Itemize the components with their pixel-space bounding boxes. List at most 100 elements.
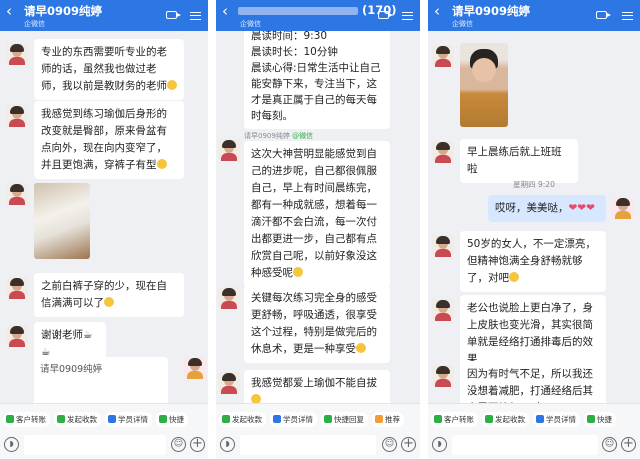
user-icon xyxy=(108,415,116,423)
blurred-group-name xyxy=(238,6,358,15)
input-row: ◗ ☺ + xyxy=(216,431,420,459)
message-input[interactable] xyxy=(452,435,598,455)
message-bubble[interactable]: 早上晨练后就上班班啦 xyxy=(460,139,578,183)
my-avatar[interactable] xyxy=(184,357,206,379)
payment-icon xyxy=(57,415,65,423)
smile-emoji-icon xyxy=(167,80,177,90)
emoji-icon[interactable]: ☺ xyxy=(382,437,397,452)
transfer-button[interactable]: 客户转账 xyxy=(431,412,478,427)
plus-icon[interactable]: + xyxy=(401,437,416,452)
message-text: 这次大神营明显能感觉到自己的进步呢，自己都很佩服自己，早上有时间晨练完，都有一种… xyxy=(251,148,377,279)
message-bubble[interactable]: 我感觉到练习瑜伽后身形的改变就是臀部，原来骨盆有点向外，现在向内变窄了，并且更饱… xyxy=(34,101,184,179)
message-bubble[interactable]: 专业的东西需要听专业的老师的话，虽然我也做过老师，我以前是教财务的老师 xyxy=(34,39,184,100)
plus-icon[interactable]: + xyxy=(621,437,636,452)
avatar[interactable] xyxy=(6,325,28,347)
avatar[interactable] xyxy=(218,372,240,394)
student-details-button[interactable]: 学员详情 xyxy=(105,412,152,427)
message-bubble[interactable]: 这次大神营明显能感觉到自己的进步呢，自己都很佩服自己，早上有时间晨练完，都有一种… xyxy=(244,141,390,287)
payment-icon xyxy=(222,415,230,423)
message-text: 早上晨练后就上班班啦 xyxy=(467,146,562,175)
quoted-message-card[interactable]: 请早0909纯婷 xyxy=(34,357,168,403)
collect-payment-button[interactable]: 发起收款 xyxy=(219,412,266,427)
student-details-button[interactable]: 学员详情 xyxy=(533,412,580,427)
avatar[interactable] xyxy=(6,277,28,299)
video-call-icon[interactable] xyxy=(378,11,393,19)
message-bubble[interactable]: 之前白裤子穿的少，现在自信满满可以了 xyxy=(34,273,184,317)
menu-icon[interactable] xyxy=(402,12,413,20)
message-bubble[interactable]: 关键每次练习完全身的感受更舒畅，呼吸通透，很享受这个过程，特别是做完后的休息术，… xyxy=(244,285,390,363)
voice-icon[interactable]: ◗ xyxy=(432,437,447,452)
menu-icon[interactable] xyxy=(622,12,633,20)
message-text: 晨读时间：9:30 xyxy=(251,31,328,42)
message-bubble[interactable]: 晨读时间：9:30 晨读时长：10分钟 晨读心得:日常生活中让自己能安静下来，专… xyxy=(244,31,390,129)
back-arrow-icon[interactable]: ‹ xyxy=(222,4,228,19)
emoji-icon[interactable]: ☺ xyxy=(602,437,617,452)
my-avatar[interactable] xyxy=(612,197,634,219)
message-text: 50岁的女人，不一定漂亮，但精神饱满全身舒畅就够了，对吧 xyxy=(467,238,596,284)
avatar[interactable] xyxy=(432,235,454,257)
quick-action-bar: 客户转账 发起收款 学员详情 快捷 xyxy=(428,403,640,431)
message-list[interactable]: 早上晨练后就上班班啦 星期四 9:20 哎呀，美美哒，❤❤❤ 50岁的女人，不一… xyxy=(428,31,640,403)
message-text: 我感觉到练习瑜伽后身形的改变就是臀部，原来骨盆有点向外，现在向内变窄了，并且更饱… xyxy=(41,108,167,171)
smile-emoji-icon xyxy=(251,394,261,403)
user-icon xyxy=(273,415,281,423)
chat-title: 请早0909纯婷 xyxy=(24,4,103,18)
video-call-icon[interactable] xyxy=(166,11,181,19)
back-arrow-icon[interactable]: ‹ xyxy=(6,4,12,19)
avatar[interactable] xyxy=(432,365,454,387)
chat-title: (170) xyxy=(238,3,397,17)
smile-emoji-icon xyxy=(293,267,303,277)
photo-message-white-pants[interactable] xyxy=(34,183,90,259)
my-message-bubble[interactable]: 哎呀，美美哒，❤❤❤ xyxy=(488,195,606,222)
voice-icon[interactable]: ◗ xyxy=(4,437,19,452)
avatar[interactable] xyxy=(218,287,240,309)
message-text: 晨读时长：10分钟 xyxy=(251,46,338,58)
quick-reply-button[interactable]: 快捷 xyxy=(156,412,188,427)
student-details-button[interactable]: 学员详情 xyxy=(270,412,317,427)
message-bubble[interactable]: 我感觉都爱上瑜伽不能自拔 xyxy=(244,370,390,403)
reply-icon xyxy=(159,415,167,423)
chat-subtitle: 企微信 xyxy=(24,20,45,28)
smile-emoji-icon xyxy=(509,272,519,282)
plus-icon[interactable]: + xyxy=(190,437,205,452)
message-bubble[interactable]: 50岁的女人，不一定漂亮，但精神饱满全身舒畅就够了，对吧 xyxy=(460,231,606,292)
payment-icon xyxy=(485,415,493,423)
quick-action-bar: 发起收款 学员详情 快捷回复 推荐 xyxy=(216,403,420,431)
recommend-icon xyxy=(375,415,383,423)
transfer-button[interactable]: 客户转账 xyxy=(3,412,50,427)
avatar[interactable] xyxy=(432,45,454,67)
message-input[interactable] xyxy=(240,435,376,455)
chat-header: ‹ 请早0909纯婷 企微信 xyxy=(0,0,208,31)
emoji-icon[interactable]: ☺ xyxy=(171,437,186,452)
video-call-icon[interactable] xyxy=(596,11,611,19)
message-text: 老公也说脸上更白净了，身上皮肤也变光滑，其实很简单就是经络打通排毒后的效果 xyxy=(467,302,593,365)
quick-reply-button[interactable]: 快捷回复 xyxy=(321,412,368,427)
chat-panel-2: ‹ (170) 企微信 晨读时间：9:30 晨读时长：10分钟 晨读心得:日常生… xyxy=(216,0,420,459)
message-bubble[interactable]: 因为有时气不足，所以我还没想着减肥，打通经络后其实需要补气，对吧 xyxy=(460,361,606,403)
message-text: 专业的东西需要听专业的老师的话，虽然我也做过老师，我以前是教财务的老师 xyxy=(41,46,167,92)
avatar[interactable] xyxy=(6,105,28,127)
photo-message-selfie[interactable] xyxy=(460,43,508,127)
collect-payment-button[interactable]: 发起收款 xyxy=(482,412,529,427)
message-input[interactable] xyxy=(24,435,166,455)
message-list[interactable]: 晨读时间：9:30 晨读时长：10分钟 晨读心得:日常生活中让自己能安静下来，专… xyxy=(216,31,420,403)
avatar[interactable] xyxy=(6,183,28,205)
smile-emoji-icon xyxy=(104,297,114,307)
chat-panel-3: ‹ 请早0909纯婷 企微信 早上晨练后就上班班啦 星期四 9:20 哎呀，美美… xyxy=(428,0,640,459)
avatar[interactable] xyxy=(432,141,454,163)
quick-reply-button[interactable]: 快捷 xyxy=(584,412,616,427)
menu-icon[interactable] xyxy=(190,12,201,20)
input-row: ◗ ☺ + xyxy=(428,431,640,459)
avatar[interactable] xyxy=(218,139,240,161)
avatar[interactable] xyxy=(432,299,454,321)
avatar[interactable] xyxy=(6,43,28,65)
photo-face xyxy=(472,58,496,82)
sender-name: 请早0909纯婷 @微信 xyxy=(244,132,314,140)
back-arrow-icon[interactable]: ‹ xyxy=(434,4,440,19)
chat-title: 请早0909纯婷 xyxy=(452,4,531,18)
recommend-button[interactable]: 推荐 xyxy=(372,412,404,427)
voice-icon[interactable]: ◗ xyxy=(220,437,235,452)
collect-payment-button[interactable]: 发起收款 xyxy=(54,412,101,427)
message-list[interactable]: 专业的东西需要听专业的老师的话，虽然我也做过老师，我以前是教财务的老师 我感觉到… xyxy=(0,31,208,403)
smile-emoji-icon xyxy=(156,159,167,169)
